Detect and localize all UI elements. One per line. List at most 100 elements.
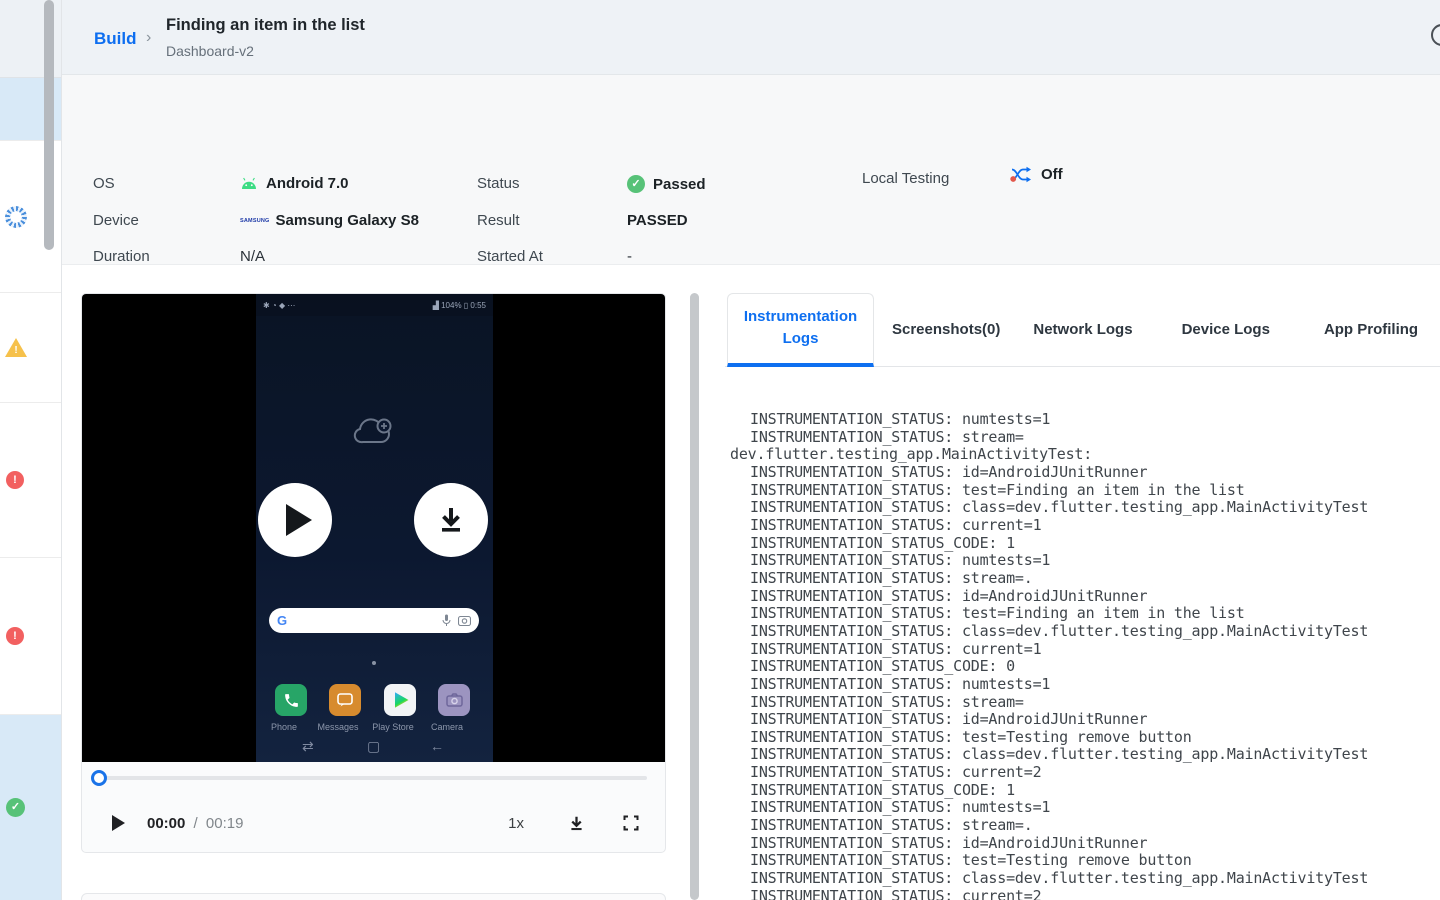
- log-line: INSTRUMENTATION_STATUS: class=dev.flutte…: [750, 869, 1369, 888]
- phone-nav-bar: ⇄ ▢ ←: [256, 738, 493, 762]
- os-label: OS: [93, 175, 115, 192]
- log-line: INSTRUMENTATION_STATUS_CODE: 0: [750, 657, 1015, 676]
- log-line: INSTRUMENTATION_STATUS: current=1: [750, 515, 1042, 534]
- log-line: dev.flutter.testing_app.MainActivityTest…: [730, 445, 1093, 464]
- log-line: INSTRUMENTATION_STATUS: id=AndroidJUnitR…: [750, 833, 1148, 852]
- tab-instrumentation-logs[interactable]: Instrumentation Logs: [727, 293, 874, 367]
- google-logo-icon: G: [277, 613, 288, 628]
- download-video-button[interactable]: [568, 815, 585, 832]
- messages-app-icon: Messages: [317, 684, 361, 732]
- log-line: INSTRUMENTATION_STATUS: numtests=1: [750, 674, 1051, 693]
- page-title: Finding an item in the list: [166, 16, 365, 34]
- log-line: INSTRUMENTATION_STATUS: current=2: [750, 886, 1042, 900]
- log-line: INSTRUMENTATION_STATUS: id=AndroidJUnitR…: [750, 586, 1148, 605]
- phone-status-right-icons: ▟ 104% ▯ 0:55: [432, 300, 486, 310]
- log-line: INSTRUMENTATION_STATUS: id=AndroidJUnitR…: [750, 462, 1148, 481]
- camera-app-icon: Camera: [431, 684, 470, 732]
- breadcrumb-build-link[interactable]: Build: [94, 29, 137, 49]
- log-line: INSTRUMENTATION_STATUS: numtests=1: [750, 798, 1051, 817]
- tab-screenshots[interactable]: Screenshots(0): [892, 321, 1000, 338]
- video-controls: 00:00 / 00:19 1x: [82, 792, 665, 852]
- video-player-card: ✱ ◔ ◆ ⋯ ▟ 104% ▯ 0:55 G Phone Messages P…: [81, 293, 666, 853]
- duration-label: Duration: [93, 248, 150, 265]
- log-line: INSTRUMENTATION_STATUS: test=Finding an …: [750, 480, 1245, 499]
- fullscreen-button[interactable]: [623, 815, 639, 831]
- samsung-logo-icon: SAMSUNG: [240, 217, 270, 224]
- session-list-scrollbar[interactable]: [44, 0, 54, 250]
- tab-app-profiling[interactable]: App Profiling: [1324, 321, 1418, 338]
- playstore-triangle-icon: [394, 692, 409, 708]
- session-item-error[interactable]: [0, 558, 61, 715]
- passed-check-icon: [627, 175, 645, 193]
- main-panel: Build › Finding an item in the list Dash…: [62, 0, 1440, 900]
- video-seekbar[interactable]: [82, 762, 665, 792]
- time-display: 00:00 / 00:19: [147, 815, 243, 832]
- app-label: Phone: [270, 722, 298, 732]
- app-automate-session-page: Build › Finding an item in the list Dash…: [0, 0, 1440, 900]
- warning-icon: [5, 338, 27, 357]
- log-line: INSTRUMENTATION_STATUS: current=1: [750, 639, 1042, 658]
- log-line: INSTRUMENTATION_STATUS: stream=.: [750, 568, 1033, 587]
- playback-speed-button[interactable]: 1x: [508, 815, 524, 832]
- session-item-error[interactable]: [0, 403, 61, 558]
- result-label: Result: [477, 212, 520, 229]
- seekbar-track[interactable]: [96, 776, 647, 780]
- cloud-plus-icon: [351, 416, 399, 453]
- session-content: ✱ ◔ ◆ ⋯ ▟ 104% ▯ 0:55 G Phone Messages P…: [62, 265, 1440, 900]
- session-list-panel: [0, 0, 62, 900]
- log-line: INSTRUMENTATION_STATUS_CODE: 1: [750, 780, 1015, 799]
- playstore-app-icon: Play Store: [372, 684, 416, 732]
- tab-device-logs[interactable]: Device Logs: [1182, 321, 1270, 338]
- log-line: INSTRUMENTATION_STATUS: stream=.: [750, 816, 1033, 835]
- status-value: Passed: [627, 175, 706, 193]
- app-label: Camera: [430, 722, 463, 732]
- video-area: ✱ ◔ ◆ ⋯ ▟ 104% ▯ 0:55 G Phone Messages P…: [82, 294, 665, 762]
- google-search-bar: G: [269, 608, 479, 633]
- recents-nav-icon: ⇄: [302, 738, 314, 754]
- result-value: PASSED: [627, 212, 688, 229]
- log-line: INSTRUMENTATION_STATUS: stream=: [750, 427, 1024, 446]
- play-button[interactable]: [112, 815, 125, 831]
- log-line: INSTRUMENTATION_STATUS: numtests=1: [750, 551, 1051, 570]
- logs-tabstrip: Instrumentation Logs Screenshots(0) Netw…: [725, 293, 1440, 367]
- header-help-icon[interactable]: [1431, 24, 1440, 46]
- home-indicator-dot: [372, 661, 376, 665]
- os-value: Android 7.0: [240, 175, 349, 192]
- session-item-warning[interactable]: [0, 293, 61, 403]
- video-download-overlay-button[interactable]: [414, 483, 488, 557]
- status-label: Status: [477, 175, 520, 192]
- tab-network-logs[interactable]: Network Logs: [1033, 321, 1132, 338]
- log-line: INSTRUMENTATION_STATUS: test=Finding an …: [750, 604, 1245, 623]
- log-line: INSTRUMENTATION_STATUS: stream=: [750, 692, 1024, 711]
- started-at-value: -: [627, 248, 632, 265]
- logs-panel: Instrumentation Logs Screenshots(0) Netw…: [725, 293, 1440, 900]
- home-nav-icon: ▢: [367, 738, 381, 754]
- device-value: SAMSUNG Samsung Galaxy S8: [240, 212, 419, 229]
- log-line: INSTRUMENTATION_STATUS: numtests=1: [750, 410, 1051, 428]
- chevron-right-icon: ›: [146, 29, 152, 46]
- time-separator: /: [193, 814, 198, 832]
- log-line: INSTRUMENTATION_STATUS: id=AndroidJUnitR…: [750, 710, 1148, 729]
- started-at-label: Started At: [477, 248, 543, 265]
- seekbar-handle[interactable]: [91, 770, 107, 786]
- log-line: INSTRUMENTATION_STATUS: class=dev.flutte…: [750, 745, 1369, 764]
- download-icon: [436, 505, 466, 535]
- page-subtitle: Dashboard-v2: [166, 43, 254, 59]
- content-scrollbar[interactable]: [690, 293, 699, 900]
- phone-statusbar: ✱ ◔ ◆ ⋯ ▟ 104% ▯ 0:55: [256, 294, 493, 316]
- session-summary: OS Android 7.0 Device SAMSUNG Samsung Ga…: [62, 75, 1440, 303]
- app-label: Play Store: [372, 722, 414, 732]
- device-label: Device: [93, 212, 139, 229]
- session-item-passed-selected[interactable]: [0, 715, 61, 900]
- local-testing-label: Local Testing: [862, 170, 950, 187]
- log-line: INSTRUMENTATION_STATUS: class=dev.flutte…: [750, 498, 1369, 517]
- video-play-overlay-button[interactable]: [258, 483, 332, 557]
- log-line: INSTRUMENTATION_STATUS: test=Testing rem…: [750, 727, 1192, 746]
- log-line: INSTRUMENTATION_STATUS_CODE: 1: [750, 533, 1015, 552]
- local-testing-value: Off: [1010, 166, 1063, 183]
- duration-value: N/A: [240, 248, 266, 265]
- log-line: INSTRUMENTATION_STATUS: test=Testing rem…: [750, 851, 1192, 870]
- error-icon: [6, 471, 24, 489]
- phone-status-left-icons: ✱ ◔ ◆ ⋯: [263, 300, 296, 310]
- total-time: 00:19: [205, 814, 244, 832]
